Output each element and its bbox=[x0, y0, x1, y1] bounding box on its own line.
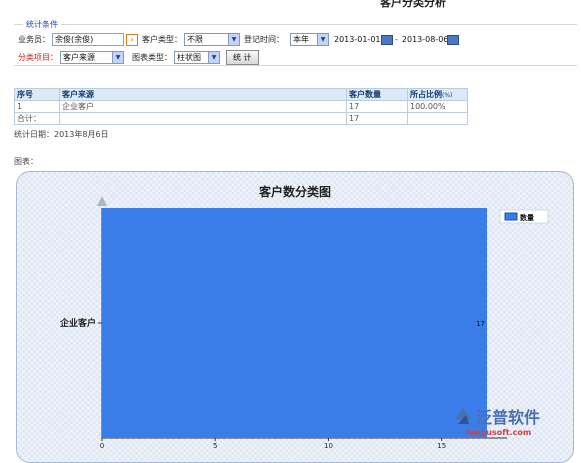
filter-panel: 统计条件 业务员： 余俊(余俊) › 客户类型： 不限 ▼ 登记时间： 本年 ▼… bbox=[14, 19, 577, 66]
stat-date: 统计日期：2013年8月6日 bbox=[14, 130, 109, 139]
period-select[interactable]: 本年 ▼ bbox=[290, 33, 329, 46]
total-empty bbox=[59, 112, 347, 125]
calendar-icon[interactable] bbox=[446, 34, 459, 45]
filter-row-2: 分类项目： 客户来源 ▼ 图表类型： 柱状图 ▼ 统 计 bbox=[18, 50, 259, 65]
data-label-0: 17 bbox=[476, 320, 485, 328]
chevron-down-icon: ▼ bbox=[228, 34, 239, 45]
pct-unit: (%) bbox=[442, 92, 453, 99]
table-header-row: 序号 客户来源 客户数量 所占比例(%) bbox=[14, 88, 468, 101]
legend-swatch bbox=[504, 212, 518, 221]
total-pct-empty bbox=[407, 112, 468, 125]
col-count-header: 客户数量 bbox=[346, 88, 408, 101]
watermark: 泛普软件 bbox=[452, 404, 540, 428]
result-table: 序号 客户来源 客户数量 所占比例(%) 1 企业客户 17 100.00% 合… bbox=[14, 88, 468, 125]
chart-caption: 图表： bbox=[14, 157, 38, 166]
period-value: 本年 bbox=[293, 35, 309, 44]
chart-type-value: 柱状图 bbox=[177, 53, 201, 62]
chart-type-label: 图表类型： bbox=[132, 53, 172, 62]
x-tick-label-0: 0 bbox=[100, 442, 104, 450]
filter-legend: 统计条件 bbox=[23, 19, 61, 30]
total-label: 合计： bbox=[14, 112, 60, 125]
category-select[interactable]: 客户来源 ▼ bbox=[60, 51, 124, 64]
register-time-label: 登记时间： bbox=[244, 35, 284, 44]
total-row: 合计： 17 bbox=[14, 112, 468, 125]
date-from-input[interactable]: 2013-01-01 bbox=[332, 34, 381, 45]
bar-0 bbox=[102, 208, 487, 438]
category-value: 客户来源 bbox=[63, 53, 95, 62]
cell-no: 1 bbox=[14, 100, 60, 113]
chevron-down-icon: ▼ bbox=[208, 52, 219, 63]
customer-type-value: 不限 bbox=[187, 35, 203, 44]
chevron-down-icon: ▼ bbox=[112, 52, 123, 63]
x-tick-label-2: 10 bbox=[324, 442, 333, 450]
x-tick-label-1: 5 bbox=[213, 442, 217, 450]
filter-row-1: 业务员： 余俊(余俊) › 客户类型： 不限 ▼ 登记时间： 本年 ▼ 2013… bbox=[18, 33, 461, 46]
cell-source: 企业客户 bbox=[59, 100, 347, 113]
date-to-input[interactable]: 2013-08-06 bbox=[399, 34, 448, 45]
category-label: 分类项目： bbox=[18, 53, 58, 62]
y-tick-label-0: 企业客户 bbox=[59, 317, 96, 329]
cell-pct: 100.00% bbox=[407, 100, 468, 113]
chart-type-select[interactable]: 柱状图 ▼ bbox=[174, 51, 220, 64]
col-no-header: 序号 bbox=[14, 88, 60, 101]
chevron-down-icon: ▼ bbox=[317, 34, 328, 45]
col-pct-header: 所占比例(%) bbox=[407, 88, 468, 101]
salesman-input[interactable]: 余俊(余俊) bbox=[52, 33, 124, 46]
calendar-icon[interactable] bbox=[381, 34, 393, 45]
customer-type-label: 客户类型： bbox=[142, 35, 182, 44]
pct-header-text: 所占比例 bbox=[410, 90, 442, 99]
cell-count: 17 bbox=[346, 100, 408, 113]
table-row: 1 企业客户 17 100.00% bbox=[14, 100, 468, 113]
fanpu-logo-icon bbox=[455, 408, 471, 424]
legend-label: 数量 bbox=[520, 213, 534, 222]
stat-button[interactable]: 统 计 bbox=[226, 50, 259, 65]
watermark-url: fanpusoft.com bbox=[466, 428, 532, 437]
axis-arrow-icon bbox=[97, 196, 107, 206]
page-title: 客户分类分析 bbox=[380, 0, 446, 9]
customer-type-select[interactable]: 不限 ▼ bbox=[184, 33, 240, 46]
salesman-label: 业务员： bbox=[18, 35, 50, 44]
watermark-brand: 泛普软件 bbox=[476, 408, 541, 427]
col-source-header: 客户来源 bbox=[59, 88, 347, 101]
date-separator: - bbox=[395, 35, 398, 44]
x-tick-label-3: 15 bbox=[437, 442, 446, 450]
salesman-picker-button[interactable]: › bbox=[126, 33, 138, 46]
total-count: 17 bbox=[346, 112, 408, 125]
